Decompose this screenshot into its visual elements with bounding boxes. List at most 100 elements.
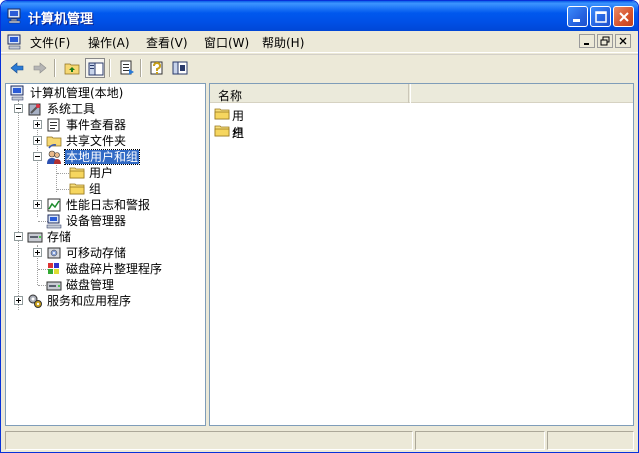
tree-connector: [56, 162, 57, 192]
back-button[interactable]: [7, 58, 27, 78]
close-icon: [619, 12, 629, 22]
forward-button[interactable]: [30, 58, 50, 78]
tree-item-defrag[interactable]: 磁盘碎片整理程序: [46, 261, 204, 277]
window-title: 计算机管理: [28, 12, 94, 27]
collapse-toggle[interactable]: [14, 104, 23, 113]
folder-icon: [69, 167, 85, 179]
back-icon: [10, 62, 24, 74]
tree-item-groups[interactable]: 组: [69, 181, 189, 197]
toolbar-separator: [54, 59, 56, 77]
tree-item-shared-folders[interactable]: 共享文件夹: [33, 133, 193, 149]
export-list-button[interactable]: [117, 58, 137, 78]
event-viewer-icon: [47, 118, 60, 132]
removable-storage-icon: [47, 247, 61, 259]
expand-toggle[interactable]: [33, 200, 42, 209]
column-header-bar: 名称: [210, 84, 633, 103]
tree-item-perf-logs[interactable]: 性能日志和警报: [33, 197, 198, 213]
tree-label: 设备管理器: [66, 214, 127, 228]
column-header-name[interactable]: 名称: [210, 84, 409, 103]
toolbar-separator: [140, 59, 142, 77]
child-restore-button[interactable]: [597, 34, 613, 48]
close-button[interactable]: [613, 6, 634, 27]
services-icon: [28, 294, 42, 308]
menu-file[interactable]: 文件(F): [30, 34, 70, 51]
minimize-button[interactable]: [567, 6, 588, 27]
collapse-toggle[interactable]: [33, 152, 42, 161]
menu-view[interactable]: 查看(V): [146, 34, 188, 51]
forward-icon: [33, 62, 47, 74]
collapse-toggle[interactable]: [14, 232, 23, 241]
title-bar[interactable]: 计算机管理: [1, 1, 638, 31]
expand-toggle[interactable]: [33, 248, 42, 257]
tree-label: 组: [89, 182, 102, 196]
system-tools-icon: [28, 103, 41, 116]
list-item-label: 组: [232, 126, 245, 140]
maximize-icon: [595, 11, 607, 23]
tree-label: 计算机管理(本地): [30, 86, 124, 100]
tree-label: 可移动存储: [66, 246, 127, 260]
tree-item-root[interactable]: 计算机管理(本地): [10, 85, 200, 101]
details-pane[interactable]: 名称 用户 组: [209, 83, 634, 426]
tree-item-removable-storage[interactable]: 可移动存储: [33, 245, 193, 261]
expand-toggle[interactable]: [33, 136, 42, 145]
tree-item-system-tools[interactable]: 系统工具: [14, 101, 194, 117]
restore-icon: [600, 36, 610, 46]
toolbar: [1, 54, 638, 80]
close-icon: [619, 37, 627, 45]
tree-label: 存储: [47, 230, 72, 244]
tree-connector: [57, 189, 69, 190]
tree-label: 服务和应用程序: [47, 294, 132, 308]
child-minimize-button[interactable]: [579, 34, 595, 48]
show-hide-tree-icon: [88, 62, 104, 76]
minimize-icon: [584, 43, 589, 45]
defrag-icon: [48, 263, 59, 274]
window: 计算机管理 文件(F) 操作(A) 查看(V) 窗口(W) 帮助(H) 计算机管…: [0, 0, 639, 453]
menu-help[interactable]: 帮助(H): [262, 34, 304, 51]
folder-icon: [214, 125, 230, 137]
tree-item-event-viewer[interactable]: 事件查看器: [33, 117, 193, 133]
properties-icon: [172, 61, 188, 75]
toolbar-separator: [109, 59, 111, 77]
storage-icon: [27, 232, 43, 243]
tree-item-services-apps[interactable]: 服务和应用程序: [14, 293, 199, 309]
menu-window[interactable]: 窗口(W): [204, 34, 249, 51]
tree-label: 系统工具: [47, 102, 96, 116]
console-tree[interactable]: 计算机管理(本地) 系统工具 事件查看器 共享文件夹 本地用户和组 用户 组 性…: [5, 83, 206, 426]
help-button[interactable]: [147, 58, 167, 78]
child-close-button[interactable]: [615, 34, 631, 48]
tree-label: 性能日志和警报: [66, 198, 151, 212]
system-menu-icon[interactable]: [7, 34, 23, 50]
minimize-icon: [573, 19, 580, 22]
up-one-level-button[interactable]: [62, 58, 82, 78]
expand-toggle[interactable]: [33, 120, 42, 129]
users-group-icon: [47, 150, 61, 164]
column-header-empty: [410, 84, 633, 103]
menu-bar: 文件(F) 操作(A) 查看(V) 窗口(W) 帮助(H): [1, 31, 638, 53]
disk-management-icon: [46, 281, 62, 291]
expand-toggle[interactable]: [14, 296, 23, 305]
up-folder-icon: [64, 63, 80, 75]
status-bar: [1, 429, 638, 452]
status-panel-secondary: [415, 431, 545, 450]
performance-icon: [47, 198, 61, 212]
tree-item-local-users-groups[interactable]: 本地用户和组: [33, 149, 193, 165]
export-list-icon: [120, 60, 134, 75]
device-manager-icon: [46, 214, 62, 229]
status-panel-main: [5, 431, 413, 450]
tree-label: 磁盘碎片整理程序: [66, 262, 163, 276]
tree-label: 共享文件夹: [66, 134, 127, 148]
folder-icon: [69, 183, 85, 195]
properties-button[interactable]: [170, 58, 190, 78]
tree-label: 事件查看器: [66, 118, 127, 132]
maximize-button[interactable]: [590, 6, 611, 27]
tree-item-users[interactable]: 用户: [69, 165, 189, 181]
show-hide-tree-button[interactable]: [85, 58, 105, 78]
tree-connector: [18, 100, 19, 310]
tree-label: 用户: [89, 166, 114, 180]
tree-item-storage[interactable]: 存储: [14, 229, 194, 245]
menu-action[interactable]: 操作(A): [88, 34, 130, 51]
tree-item-disk-management[interactable]: 磁盘管理: [46, 277, 196, 293]
tree-item-device-manager[interactable]: 设备管理器: [46, 213, 196, 229]
status-panel-tertiary: [547, 431, 634, 450]
tree-label: 本地用户和组: [63, 149, 141, 165]
